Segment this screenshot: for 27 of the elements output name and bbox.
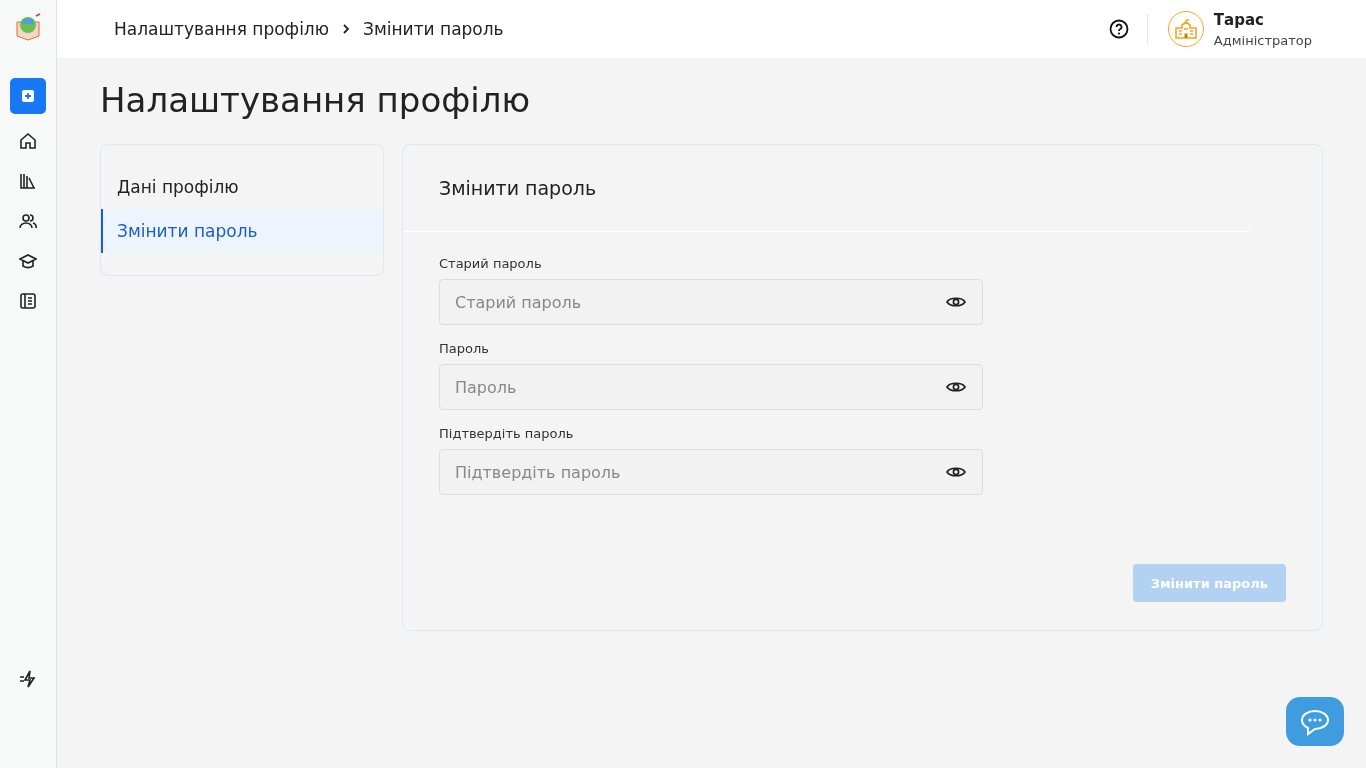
password-field[interactable]: Пароль [439,364,983,410]
page-title: Налаштування профілю [100,80,532,120]
field-label: Старий пароль [439,256,543,271]
field-label: Пароль [439,341,490,356]
field-label: Підтвердіть пароль [439,426,575,441]
user-role: Адміністратор [1213,32,1312,48]
books-icon[interactable] [19,172,37,190]
form-title: Змінити пароль [403,145,1250,232]
chat-bubble-icon [1299,707,1331,736]
home-icon[interactable] [19,132,37,150]
breadcrumb-item: Змінити пароль [363,19,504,39]
user-name: Тарас [1213,10,1265,29]
graduation-cap-icon[interactable] [19,252,37,270]
lightning-icon[interactable] [19,670,37,688]
chat-button[interactable] [1286,697,1344,746]
settings-menu-item[interactable]: Змінити пароль [101,209,383,253]
add-button[interactable] [10,78,46,114]
breadcrumb-item[interactable]: Налаштування профілю [114,19,330,39]
password-field[interactable]: Підтвердіть пароль [439,449,983,495]
users-icon[interactable] [19,212,37,230]
chevron-right-icon [341,23,352,35]
plus-icon [21,89,35,103]
notebook-icon[interactable] [19,292,37,310]
password-field[interactable]: Старий пароль [439,279,983,325]
settings-menu-item[interactable]: Дані профілю [101,165,383,209]
globe-book-logo[interactable] [14,12,42,42]
help-icon[interactable] [1108,19,1129,39]
